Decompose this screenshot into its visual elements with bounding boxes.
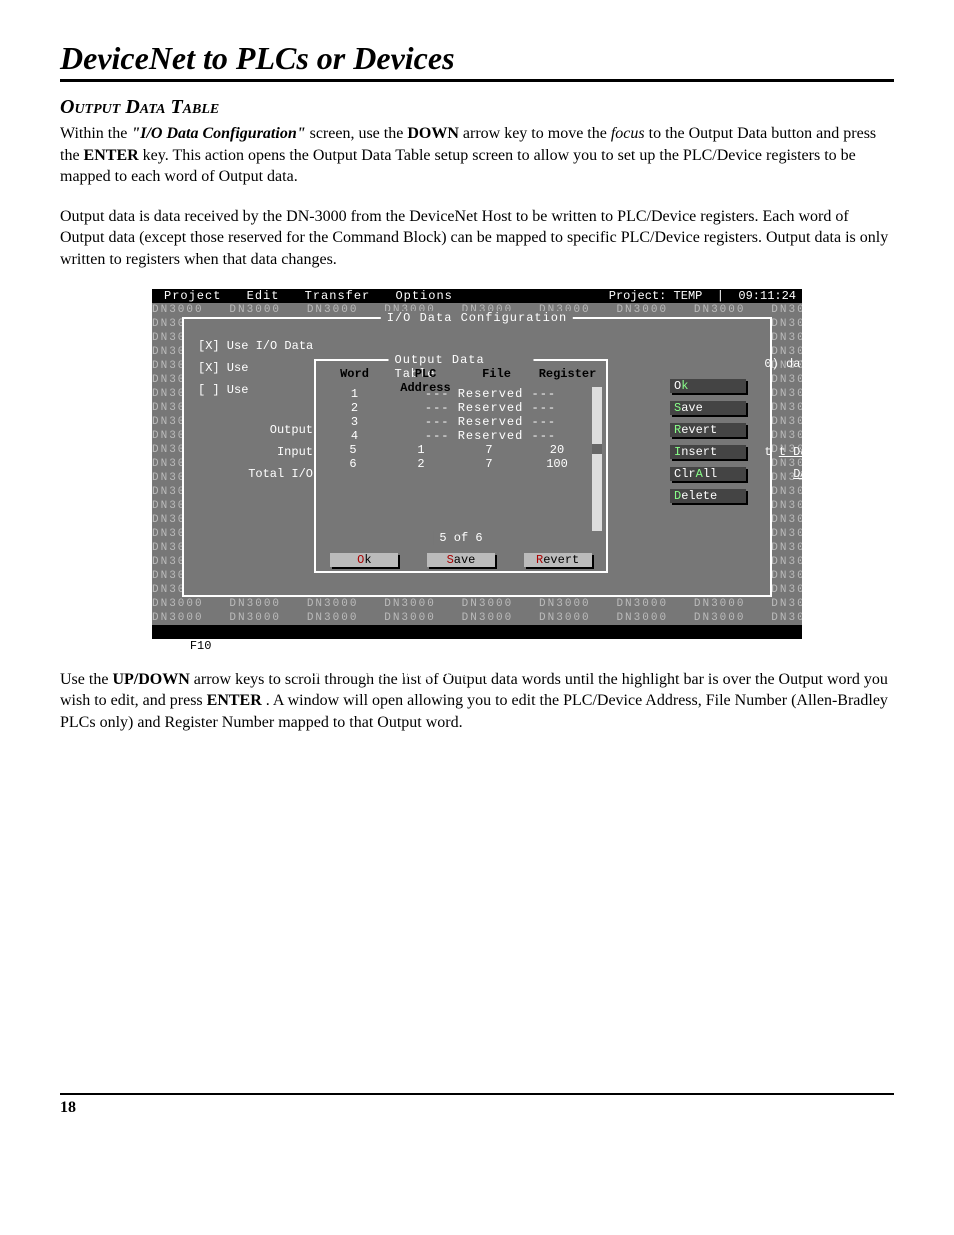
chk-use-1[interactable]: [X] Use	[198, 361, 313, 383]
status-save: Save	[187, 653, 216, 667]
ok-button[interactable]: Ok	[670, 379, 746, 393]
inner-save-button[interactable]: Save	[427, 553, 495, 567]
pager: 5 of 6	[433, 531, 488, 545]
left-column: [X] Use I/O Data [X] Use [ ] Use Output …	[198, 339, 313, 489]
scrollbar-thumb[interactable]	[592, 444, 602, 454]
menu-options[interactable]: Options	[395, 289, 452, 303]
inner-revert-button[interactable]: Revert	[524, 553, 592, 567]
word-focus: focus	[611, 125, 645, 142]
label-output: Output	[198, 423, 313, 437]
output-data-table-frame: Output Data Table Word PLC Address File …	[314, 359, 608, 573]
project-label: Project: TEMP	[609, 289, 703, 303]
insert-button[interactable]: Insert t t Data	[670, 445, 746, 459]
label-input: Input	[198, 445, 313, 459]
delete-button[interactable]: Delete	[670, 489, 746, 503]
save-button[interactable]: Save 0) data)	[670, 401, 746, 415]
menubar: Project Edit Transfer Options Project: T…	[152, 289, 802, 303]
page-footer: 18	[60, 1093, 894, 1117]
clock: 09:11:24	[738, 289, 796, 303]
inner-ok-button[interactable]: Ok	[330, 553, 398, 567]
right-button-stack: Ok Save 0) data) Revert Insert t t Data …	[670, 379, 746, 503]
text: Within the	[60, 125, 131, 142]
scrollbar[interactable]	[592, 387, 602, 531]
revert-button[interactable]: Revert	[670, 423, 746, 437]
paragraph-1: Within the "I/O Data Configuration" scre…	[60, 123, 894, 188]
statusbar: F10 Save | ↑ ↓ move, <ENTER> selects Ent…	[152, 625, 802, 639]
peek-data-a: 0) data)	[764, 357, 822, 371]
key-down: DOWN	[407, 125, 459, 142]
key-enter: ENTER	[207, 692, 262, 709]
clrall-button[interactable]: ClrAll Data	[670, 467, 746, 481]
quoted-screen-name: "I/O Data Configuration"	[131, 125, 305, 142]
table-row[interactable]: 4--- Reserved ---	[322, 429, 588, 443]
text: Use the	[60, 671, 112, 688]
menu-project[interactable]: Project	[164, 289, 221, 303]
text: arrow key to move the	[463, 125, 611, 142]
status-rest: | ↑ ↓ move, <ENTER> selects Entry to edi…	[187, 667, 489, 681]
table-row[interactable]: 1--- Reserved ---	[322, 387, 588, 401]
text: key. This action opens the Output Data T…	[60, 147, 856, 186]
io-data-config-title: I/O Data Configuration	[381, 311, 573, 325]
table-row[interactable]: 3--- Reserved ---	[322, 415, 588, 429]
menu-transfer[interactable]: Transfer	[305, 289, 371, 303]
table-row[interactable]: 2--- Reserved ---	[322, 401, 588, 415]
menu-edit[interactable]: Edit	[247, 289, 280, 303]
paragraph-2: Output data is data received by the DN-3…	[60, 206, 894, 271]
chk-use-2[interactable]: [ ] Use	[198, 383, 313, 405]
hotkey-f10[interactable]: F10	[187, 639, 215, 653]
peek-data-c: Data	[793, 467, 822, 481]
doc-title: DeviceNet to PLCs or Devices	[60, 40, 894, 82]
dos-screenshot: Project Edit Transfer Options Project: T…	[152, 289, 802, 639]
table-body[interactable]: 1--- Reserved ---2--- Reserved ---3--- R…	[322, 387, 588, 531]
label-total-io: Total I/O	[198, 467, 313, 481]
io-data-config-frame: I/O Data Configuration [X] Use I/O Data …	[182, 317, 772, 597]
page-number: 18	[60, 1099, 76, 1116]
text: screen, use the	[310, 125, 408, 142]
peek-data-b: t t Data	[764, 445, 822, 459]
key-enter: ENTER	[84, 147, 139, 164]
table-row[interactable]: 51720	[322, 443, 588, 457]
chk-use-io-data[interactable]: [X] Use I/O Data	[198, 339, 313, 361]
section-heading: Output Data Table	[60, 96, 894, 119]
table-row[interactable]: 627100	[322, 457, 588, 471]
